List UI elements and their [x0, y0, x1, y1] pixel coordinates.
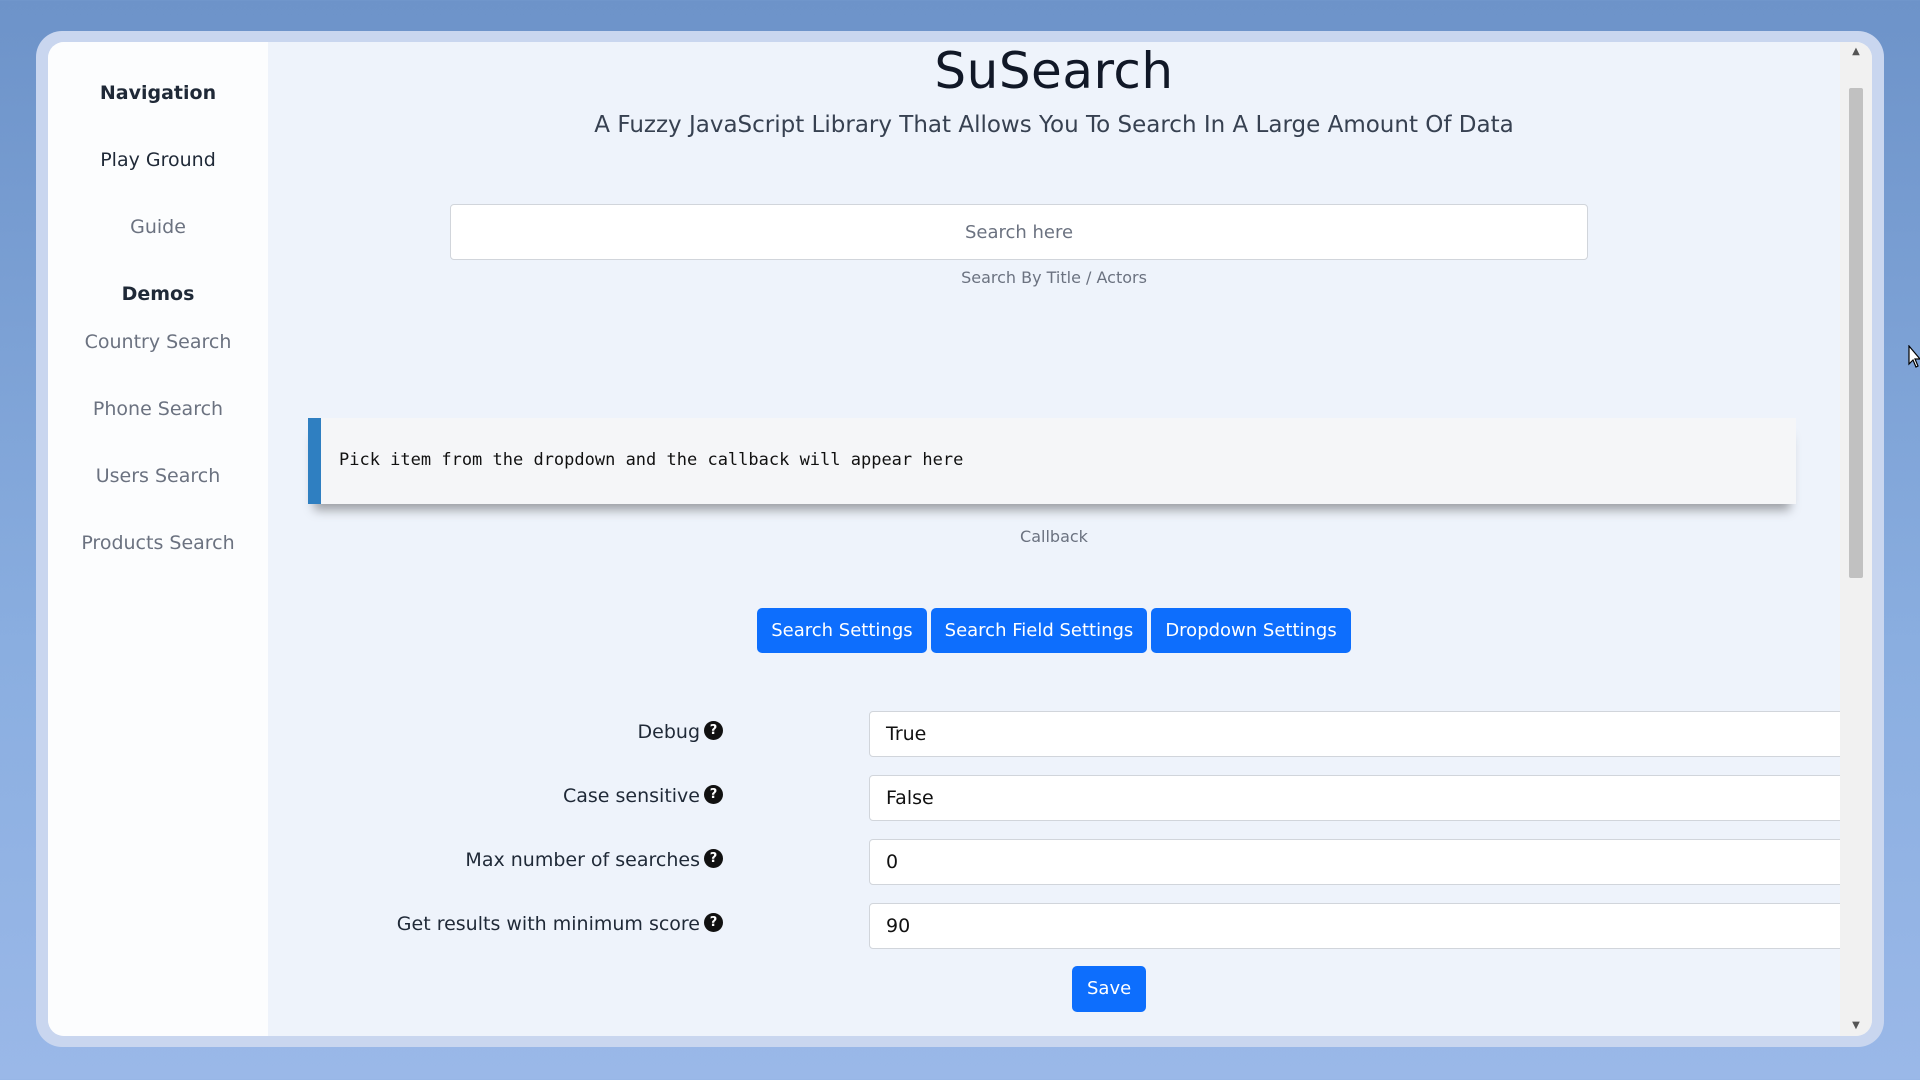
question-circle-icon[interactable]: ? — [704, 721, 723, 740]
tab-search-settings[interactable]: Search Settings — [757, 608, 927, 653]
question-circle-icon[interactable]: ? — [704, 785, 723, 804]
sidebar-item-country-search[interactable]: Country Search — [48, 331, 268, 353]
scrollbar[interactable]: ▲ ▼ — [1840, 42, 1872, 1036]
sidebar-heading-navigation: Navigation — [99, 82, 217, 104]
min-score-field[interactable]: 90 — [869, 903, 1853, 949]
setting-row-min-score: Get results with minimum score? 90 — [268, 903, 1853, 949]
setting-label-wrap: Debug? — [268, 721, 723, 743]
settings-tabs: Search Settings Search Field Settings Dr… — [268, 608, 1840, 653]
setting-row-debug: Debug? True — [268, 711, 1853, 757]
setting-row-case-sensitive: Case sensitive? False — [268, 775, 1853, 821]
setting-label-wrap: Max number of searches? — [268, 849, 723, 871]
sidebar-item-users-search[interactable]: Users Search — [48, 465, 268, 487]
search-hint: Search By Title / Actors — [961, 268, 1147, 287]
max-searches-field[interactable]: 0 — [869, 839, 1853, 885]
debug-field[interactable]: True — [869, 711, 1853, 757]
scrollbar-thumb[interactable] — [1849, 88, 1863, 578]
triangle-up-icon[interactable]: ▲ — [1840, 42, 1872, 62]
browser-window: Navigation Play Ground Guide Demos Count… — [48, 42, 1872, 1036]
mouse-pointer-icon — [1908, 345, 1920, 368]
page-subtitle: A Fuzzy JavaScript Library That Allows Y… — [594, 112, 1514, 138]
callback-box: Pick item from the dropdown and the call… — [308, 418, 1796, 504]
setting-label-max-searches: Max number of searches — [465, 849, 700, 871]
tab-dropdown-settings[interactable]: Dropdown Settings — [1151, 608, 1351, 653]
setting-label-wrap: Case sensitive? — [268, 785, 723, 807]
save-button[interactable]: Save — [1072, 966, 1147, 1012]
tab-search-field-settings[interactable]: Search Field Settings — [930, 608, 1148, 653]
sidebar-item-guide[interactable]: Guide — [48, 216, 268, 238]
sidebar-item-phone-search[interactable]: Phone Search — [48, 398, 268, 420]
setting-row-max-searches: Max number of searches? 0 — [268, 839, 1853, 885]
question-circle-icon[interactable]: ? — [704, 849, 723, 868]
sidebar: Navigation Play Ground Guide Demos Count… — [48, 42, 268, 1036]
callback-label: Callback — [1020, 527, 1088, 546]
sidebar-item-products-search[interactable]: Products Search — [48, 532, 268, 554]
search-input[interactable] — [450, 204, 1588, 260]
callback-text: Pick item from the dropdown and the call… — [339, 450, 964, 470]
setting-label-debug: Debug — [637, 721, 700, 743]
page-title: SuSearch — [934, 42, 1174, 100]
setting-label-wrap: Get results with minimum score? — [268, 913, 723, 935]
sidebar-item-play-ground[interactable]: Play Ground — [48, 149, 268, 171]
main-content: SuSearch A Fuzzy JavaScript Library That… — [268, 42, 1853, 1036]
triangle-down-icon[interactable]: ▼ — [1840, 1016, 1872, 1036]
setting-label-case-sensitive: Case sensitive — [562, 785, 700, 807]
setting-label-min-score: Get results with minimum score — [396, 913, 700, 935]
question-circle-icon[interactable]: ? — [704, 913, 723, 932]
sidebar-heading-demos: Demos — [121, 283, 195, 305]
case-sensitive-field[interactable]: False — [869, 775, 1853, 821]
